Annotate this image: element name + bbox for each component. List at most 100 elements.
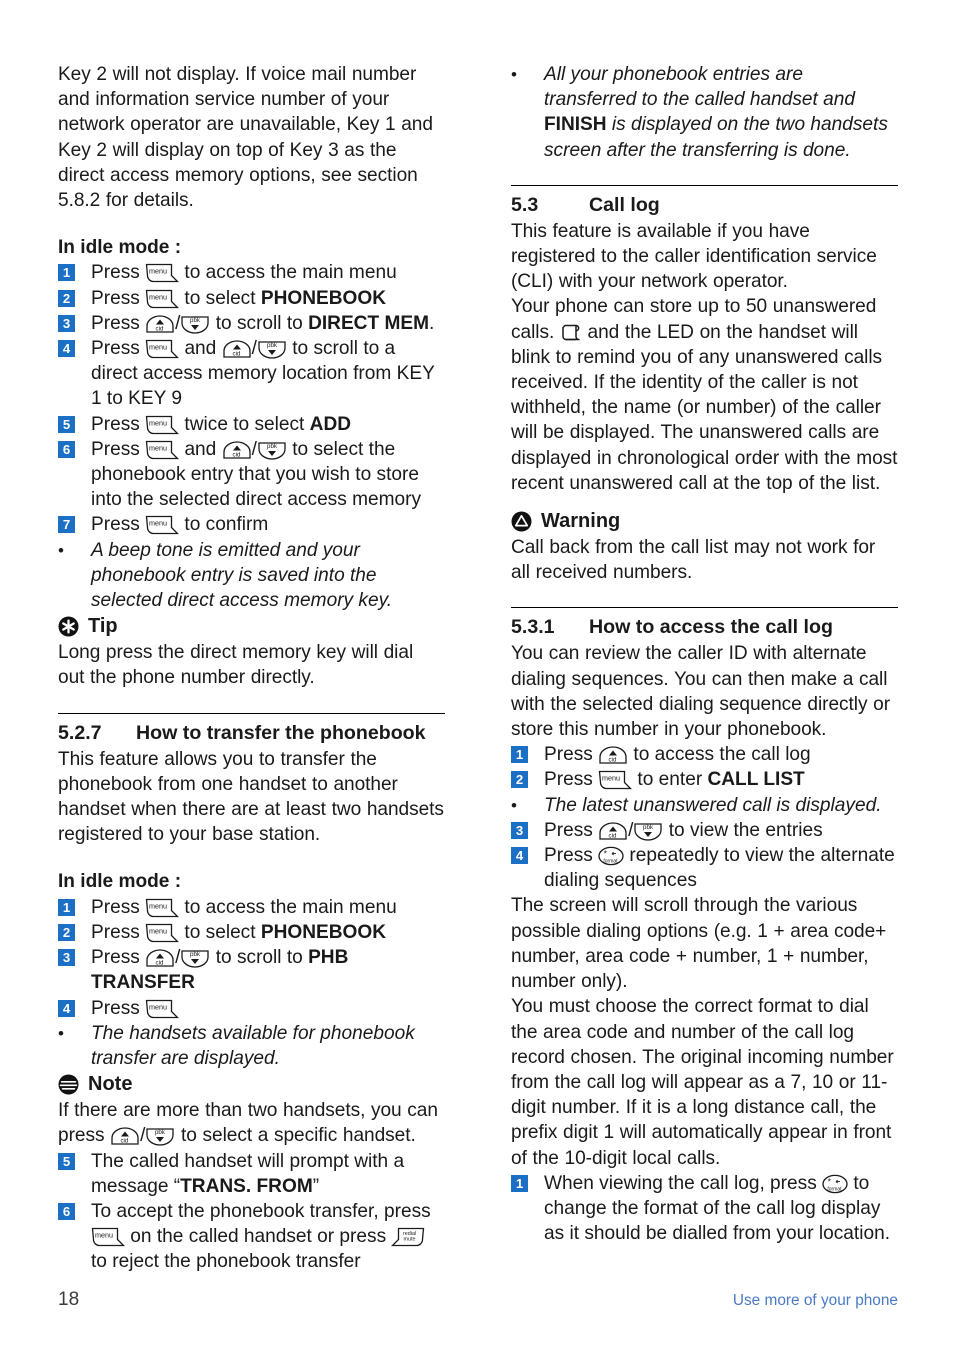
bullet-text: All your phonebook entries are transferr… [544,64,888,161]
svg-text:menu: menu [149,343,167,352]
menu-softkey-icon: menu [145,440,180,460]
bullet-text: The latest unanswered call is displayed. [544,794,882,816]
tip-body: Long press the direct memory key will di… [58,642,414,689]
step-text: Press menu to select PHONEBOOK [91,921,387,943]
step-number: 2 [58,289,75,307]
scroll-options-para2: You must choose the correct format to di… [511,996,894,1169]
step-item: 4 Press * format repeatedly to view the a… [511,843,898,893]
pbk-down-key-icon: pbk [180,315,210,334]
svg-text:format: format [827,1186,842,1192]
page-number: 18 [58,1289,80,1310]
menu-softkey-icon: menu [145,289,180,309]
section-divider [511,607,898,609]
section-number: 5.3 [511,193,539,216]
menu-softkey-icon: menu [598,770,633,790]
svg-text:pbk: pbk [190,951,201,958]
step-text: Press menu to enter CALL LIST [544,769,805,791]
step-item: 6 Press menu and cid / pbk to select the p… [58,437,445,513]
section-divider [511,184,898,186]
note-body: If there are more than two handsets, you… [58,1100,438,1147]
step-number: 6 [58,1202,75,1220]
step-number: 4 [58,340,75,358]
svg-text:menu: menu [149,519,167,528]
step-text: Press menu to select PHONEBOOK [91,287,387,309]
warning-body: Call back from the call list may not wor… [511,537,876,584]
svg-text:pbk: pbk [643,824,654,831]
manual-page: Key 2 will not display. If voice mail nu… [0,0,954,1350]
idle-mode-heading-2: In idle mode : [58,871,182,893]
step-text: To accept the phonebook transfer, press … [91,1200,431,1273]
pbk-down-key-icon: pbk [180,949,210,968]
cid-up-key-icon: cid [145,949,175,968]
section-531-heading: 5.3.1 How to access the call log [511,614,898,640]
menu-softkey-icon: menu [145,999,180,1019]
step-text: Press * format repeatedly to view the alt… [544,845,895,892]
step-number: 5 [58,415,75,433]
svg-text:pbk: pbk [267,443,278,450]
step-text: Press menu [91,996,445,1021]
warning-triangle-icon [511,511,532,532]
bullet-dot: • [58,540,64,560]
svg-text:mute: mute [404,1237,416,1243]
svg-text:cid: cid [609,832,617,839]
svg-text:cid: cid [121,1138,129,1145]
step-text: Press cid / pbk to scroll to DIRECT MEM. [91,312,435,334]
note-lines-icon [58,1074,79,1095]
step-text: Press cid / pbk to view the entries [544,819,823,841]
svg-text:menu: menu [149,926,167,935]
cid-up-key-icon: cid [145,315,175,334]
section-53-para2: Your phone can store up to 50 unanswered… [511,296,898,494]
finish-bullet: • All your phonebook entries are transfe… [511,62,898,163]
pbk-down-key-icon: pbk [145,1127,175,1146]
warning-label: Warning [541,510,621,533]
step-text: The called handset will prompt with a me… [91,1150,405,1197]
svg-text:pbk: pbk [267,342,278,349]
format-star-key-icon: * format [822,1174,848,1194]
step-text: Press menu to confirm [91,514,269,536]
section-53-para1: This feature is available if you have re… [511,220,877,293]
bullet-dot: • [511,795,517,815]
svg-text:menu: menu [149,901,167,910]
section-527-body: This feature allows you to transfer the … [58,748,444,846]
section-divider [58,712,445,714]
step-number: 3 [58,949,75,967]
menu-softkey-icon: menu [145,415,180,435]
menu-softkey-icon: menu [91,1227,126,1247]
step-number: 3 [511,821,528,839]
svg-text:menu: menu [149,418,167,427]
step-text: Press menu and cid / pbk to scroll to a di… [91,338,435,410]
section-title: How to access the call log [589,616,833,639]
section-number: 5.3.1 [511,616,555,639]
latest-call-bullet: • The latest unanswered call is displaye… [511,793,898,818]
menu-softkey-icon: menu [145,898,180,918]
step-item: 1 When viewing the call log, press * form… [511,1171,898,1247]
step-item: 3 Press cid / pbk to scroll to PHB TRANSFE… [58,945,445,995]
step-text: Press menu to access the main menu [91,262,397,284]
step-number: 1 [511,1174,528,1192]
step-text: When viewing the call log, press * format… [544,1172,890,1245]
step-item: 1 Press cid to access the call log [511,742,898,767]
menu-softkey-icon: menu [145,923,180,943]
section-number: 5.2.7 [58,721,102,744]
step-item: 4 Press menu [58,996,445,1021]
footer-section-label: Use more of your phone [732,1292,898,1309]
menu-softkey-icon: menu [145,339,180,359]
step-number: 4 [58,999,75,1017]
bullet-dot: • [511,65,517,84]
pbk-down-key-icon: pbk [257,441,287,460]
step-number: 4 [511,847,528,865]
menu-softkey-icon: menu [145,515,180,535]
handsets-bullet: • The handsets available for phonebook t… [58,1021,445,1071]
cid-up-key-icon: cid [110,1127,140,1146]
step-item: 3 Press cid / pbk to view the entries [511,818,898,843]
pbk-down-key-icon: pbk [257,340,287,359]
step-item: 3 Press cid / pbk to scroll to DIRECT MEM. [58,311,445,336]
step-item: 7 Press menu to confirm [58,512,445,537]
finish-keyword: FINISH [544,114,607,136]
section-title: How to transfer the phonebook [136,721,426,744]
note-bullet: • A beep tone is emitted and your phoneb… [58,538,445,614]
step-item: 1 Press menu to access the main menu [58,260,445,285]
idle-mode-heading: In idle mode : [58,237,182,259]
step-text: Press cid to access the call log [544,744,811,766]
cid-up-key-icon: cid [598,822,628,841]
